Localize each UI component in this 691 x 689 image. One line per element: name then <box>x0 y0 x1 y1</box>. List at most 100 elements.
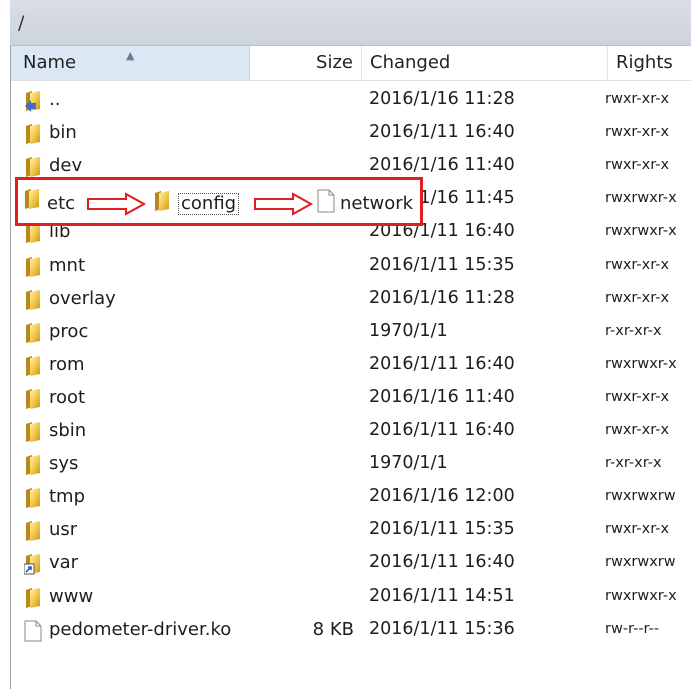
file-changed: 1970/1/1 <box>369 320 448 341</box>
column-changed-label: Changed <box>370 52 451 73</box>
path-bar[interactable]: / <box>10 0 691 46</box>
file-rights: rwxr-xr-x <box>605 256 670 273</box>
annotation-config-label: config <box>178 193 240 215</box>
file-changed: 2016/1/16 11:28 <box>369 287 515 308</box>
file-name: var <box>49 552 79 574</box>
sort-ascending-icon: ▲ <box>126 49 135 62</box>
file-rights: rwxr-xr-x <box>605 91 670 107</box>
folder-icon <box>24 156 42 178</box>
list-item[interactable]: rom 2016/1/11 16:40 rwxrwxr-x <box>11 348 691 381</box>
file-rights: rwxrwxr-x <box>605 190 677 207</box>
file-changed: 2016/1/11 15:35 <box>369 519 515 540</box>
file-name: sbin <box>49 420 87 441</box>
list-item[interactable]: www 2016/1/11 14:51 rwxrwxr-x <box>11 580 691 613</box>
list-item[interactable]: proc 1970/1/1 r-xr-xr-x <box>11 315 691 348</box>
column-size-label: Size <box>316 52 353 73</box>
column-header-name[interactable]: ▲ Name <box>11 46 250 80</box>
file-changed: 2016/1/11 15:35 <box>369 254 515 275</box>
list-item[interactable]: usr 2016/1/11 15:35 rwxr-xr-x <box>11 513 691 546</box>
file-changed: 2016/1/11 16:40 <box>369 552 515 573</box>
list-item[interactable]: mnt 2016/1/11 15:35 rwxr-xr-x <box>11 249 691 282</box>
file-icon <box>24 620 42 642</box>
column-header: ▲ Name Size Changed Rights <box>11 46 691 81</box>
file-rights: r-xr-xr-x <box>605 322 662 339</box>
file-rights: rwxrwxr-x <box>605 355 677 372</box>
folder-icon <box>24 123 42 145</box>
path-annotation: etc config network <box>15 177 423 226</box>
file-icon <box>317 189 335 213</box>
folder-icon <box>25 189 39 209</box>
file-changed: 2016/1/16 11:40 <box>369 386 515 407</box>
file-changed: 2016/1/16 12:00 <box>369 486 515 507</box>
folder-icon <box>24 487 42 509</box>
file-rights: rwxrwxrw <box>605 554 676 571</box>
file-rights: rwxrwxr-x <box>605 587 677 604</box>
folder-icon <box>24 587 42 608</box>
list-item[interactable]: root 2016/1/16 11:40 rwxr-xr-x <box>11 381 691 414</box>
file-changed: 1970/1/1 <box>369 453 448 474</box>
parent-folder-icon <box>24 90 42 112</box>
folder-icon <box>24 322 42 343</box>
file-name: tmp <box>49 486 86 508</box>
file-name: pedometer-driver.ko <box>49 618 232 640</box>
file-rights: rwxrwxrw <box>605 488 676 505</box>
file-size <box>250 249 354 282</box>
list-item[interactable]: sys 1970/1/1 r-xr-xr-x <box>11 447 691 480</box>
list-item[interactable]: var 2016/1/11 16:40 rwxrwxrw <box>11 546 691 579</box>
folder-icon <box>24 256 42 277</box>
file-changed: 2016/1/11 16:40 <box>369 420 515 440</box>
list-item[interactable]: bin 2016/1/11 16:40 rwxr-xr-x <box>11 116 691 149</box>
file-rights: rwxr-xr-x <box>605 388 670 405</box>
annotation-network-label: network <box>340 193 414 214</box>
column-header-rights[interactable]: Rights <box>608 46 691 80</box>
list-item[interactable]: overlay 2016/1/16 11:28 rwxr-xr-x <box>11 282 691 315</box>
file-size <box>250 480 354 513</box>
list-item[interactable]: .. 2016/1/16 11:28 rwxr-xr-x <box>11 83 691 116</box>
column-header-size[interactable]: Size <box>250 46 362 80</box>
column-name-label: Name <box>23 52 77 73</box>
folder-icon <box>24 289 42 310</box>
file-size <box>250 513 354 546</box>
file-size <box>250 546 354 579</box>
file-size <box>250 414 354 447</box>
folder-icon <box>155 191 169 211</box>
list-item[interactable]: sbin 2016/1/11 16:40 rwxr-xr-x <box>11 414 691 447</box>
file-size <box>250 83 354 116</box>
column-rights-label: Rights <box>616 52 673 73</box>
folder-icon <box>24 355 42 376</box>
file-size <box>250 315 354 348</box>
list-item[interactable]: tmp 2016/1/16 12:00 rwxrwxrw <box>11 480 691 513</box>
file-rights: rwxr-xr-x <box>605 422 670 438</box>
folder-icon <box>24 454 42 476</box>
file-changed: 2016/1/11 16:40 <box>369 353 515 374</box>
file-name: www <box>49 585 94 607</box>
folder-link-icon <box>23 553 42 575</box>
file-rights: rwxr-xr-x <box>605 521 670 538</box>
file-rights: rwxr-xr-x <box>605 289 670 306</box>
list-item[interactable]: pedometer-driver.ko 8 KB 2016/1/11 15:36 rw… <box>11 613 691 646</box>
column-header-changed[interactable]: Changed <box>362 46 608 80</box>
file-size <box>250 580 354 613</box>
file-size <box>250 447 354 480</box>
folder-icon <box>24 520 42 542</box>
file-size: 8 KB <box>312 618 354 640</box>
file-name: proc <box>49 320 89 342</box>
file-name: root <box>49 386 86 408</box>
file-rights: rwxr-xr-x <box>605 124 670 141</box>
file-changed: 2016/1/11 14:51 <box>369 585 515 606</box>
current-path: / <box>18 12 25 34</box>
file-size <box>250 348 354 381</box>
file-changed: 2016/1/11 16:40 <box>369 122 515 143</box>
file-name: bin <box>49 122 77 144</box>
file-name: sys <box>49 453 79 475</box>
arrow-right-icon <box>87 192 147 216</box>
file-name: mnt <box>49 254 85 276</box>
annotation-etc-label: etc <box>47 193 76 214</box>
file-name: .. <box>49 89 61 110</box>
arrow-right-icon <box>254 192 314 216</box>
file-name: usr <box>49 519 78 541</box>
file-size <box>250 282 354 315</box>
file-name: overlay <box>49 287 116 309</box>
file-size <box>250 116 354 149</box>
file-size <box>250 381 354 414</box>
